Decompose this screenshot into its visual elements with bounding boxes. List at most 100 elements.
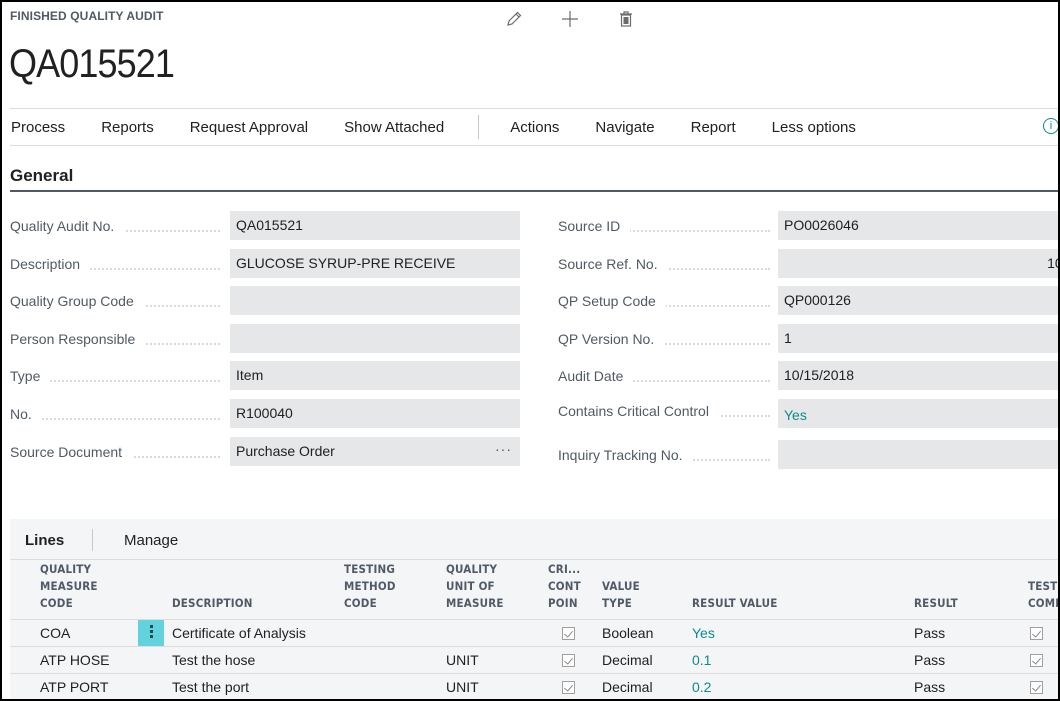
- col-header-test-complete[interactable]: TEST COMI: [1004, 560, 1058, 620]
- no-input[interactable]: R100040: [230, 398, 520, 428]
- lines-tabs: Lines Manage: [10, 519, 1058, 560]
- plus-icon: [562, 11, 578, 27]
- row-menu-button[interactable]: [138, 646, 164, 674]
- pencil-icon: [507, 11, 522, 26]
- row-menu-button[interactable]: [138, 619, 164, 647]
- lines-table: QUALITY MEASURE CODE DESCRIPTION TESTING ME…: [10, 560, 1058, 699]
- cell-test-complete: [1004, 619, 1058, 647]
- action-actions[interactable]: Actions: [510, 119, 559, 136]
- cell-result-value[interactable]: 0.2: [692, 673, 914, 699]
- field-label: Source Document: [10, 443, 133, 460]
- cell-test-complete: [1004, 646, 1058, 674]
- cell-critical-control-point: [548, 673, 602, 699]
- lines-table-body: COA Certificate of Analysis Boolean Yes Pass…: [10, 619, 1058, 699]
- cell-result-value[interactable]: 0.1: [692, 646, 914, 674]
- cell-testing-method-code[interactable]: [344, 673, 446, 699]
- cell-description[interactable]: Test the hose: [164, 646, 344, 674]
- cell-description[interactable]: Test the port: [164, 673, 344, 699]
- cell-testing-method-code[interactable]: [344, 619, 446, 647]
- lines-part: Lines Manage QUALITY MEASURE CODE DESCRI…: [10, 519, 1058, 699]
- field-label: Inquiry Tracking No.: [558, 446, 693, 463]
- quality-audit-no-input[interactable]: QA015521: [230, 211, 520, 240]
- type-input[interactable]: Item: [230, 361, 520, 391]
- field-label: QP Setup Code: [558, 293, 666, 310]
- more-options-icon: [149, 623, 153, 640]
- description-input[interactable]: GLUCOSE SYRUP-PRE RECEIVE: [230, 248, 520, 278]
- person-responsible-input[interactable]: [230, 323, 520, 353]
- quality-group-code-input[interactable]: [230, 286, 520, 316]
- table-row[interactable]: ATP HOSE Test the hose UNIT Decimal 0.1 Pass: [10, 646, 1058, 674]
- action-bar: Process Reports Request Approval Show At…: [10, 108, 1058, 146]
- source-document-input[interactable]: Purchase Order ···: [230, 436, 520, 466]
- checkbox-checked-icon[interactable]: [562, 627, 575, 641]
- lookup-ellipsis-icon[interactable]: ···: [495, 441, 512, 457]
- edit-button[interactable]: [486, 8, 542, 30]
- delete-button[interactable]: [598, 8, 654, 30]
- checkbox-checked-icon[interactable]: [1030, 627, 1043, 641]
- cell-quality-unit-of-measure[interactable]: UNIT: [446, 673, 548, 699]
- audit-date-input[interactable]: 10/15/2018: [778, 361, 1058, 391]
- cell-test-complete: [1004, 673, 1058, 699]
- col-header-value-type[interactable]: VALUE TYPE: [602, 560, 692, 620]
- source-id-input[interactable]: PO0026046: [778, 211, 1058, 240]
- qp-version-no-input[interactable]: 1: [778, 323, 1058, 353]
- checkbox-checked-icon[interactable]: [1030, 654, 1043, 668]
- checkbox-checked-icon[interactable]: [1030, 681, 1043, 695]
- info-icon[interactable]: i: [1043, 118, 1058, 134]
- col-header-critical-control-point[interactable]: CRI... CONT POIN: [548, 560, 602, 620]
- action-separator: [478, 115, 480, 139]
- table-row[interactable]: ATP PORT Test the port UNIT Decimal 0.2 Pass: [10, 673, 1058, 699]
- field-label: Quality Audit No.: [10, 218, 125, 234]
- col-header-result[interactable]: RESULT: [914, 560, 1004, 620]
- action-request-approval[interactable]: Request Approval: [190, 119, 308, 136]
- field-label: Contains Critical Control: [558, 402, 719, 419]
- cell-critical-control-point: [548, 619, 602, 647]
- col-header-result-value[interactable]: RESULT VALUE: [692, 560, 914, 620]
- field-label: Source Ref. No.: [558, 255, 668, 272]
- contains-critical-control-value[interactable]: Yes: [778, 398, 1058, 428]
- source-document-value: Purchase Order: [236, 442, 335, 459]
- row-spacer: [10, 646, 40, 674]
- action-navigate[interactable]: Navigate: [595, 119, 654, 136]
- page-frame: FINISHED QUALITY AUDIT QA015521 Process …: [2, 2, 1058, 699]
- cell-quality-measure-code[interactable]: ATP PORT: [40, 673, 138, 699]
- cell-quality-measure-code[interactable]: ATP HOSE: [40, 646, 138, 674]
- checkbox-checked-icon[interactable]: [562, 681, 575, 695]
- table-header-row: QUALITY MEASURE CODE DESCRIPTION TESTING ME…: [10, 560, 1058, 620]
- col-header-menu: [138, 560, 164, 620]
- cell-quality-measure-code[interactable]: COA: [40, 619, 138, 647]
- tab-manage[interactable]: Manage: [124, 532, 178, 549]
- cell-result: Pass: [914, 646, 1004, 674]
- source-ref-no-value: 10000: [1047, 254, 1058, 271]
- field-label: Audit Date: [558, 368, 634, 385]
- new-button[interactable]: [542, 8, 598, 30]
- cell-value-type: Boolean: [602, 619, 692, 647]
- section-title-general[interactable]: General: [10, 166, 73, 186]
- checkbox-checked-icon[interactable]: [562, 654, 575, 668]
- cell-testing-method-code[interactable]: [344, 646, 446, 674]
- cell-quality-unit-of-measure[interactable]: [446, 619, 548, 647]
- col-header-quality-measure-code[interactable]: QUALITY MEASURE CODE: [40, 560, 138, 620]
- source-ref-no-input[interactable]: 10000: [778, 248, 1058, 278]
- inquiry-tracking-no-input[interactable]: [778, 439, 1058, 469]
- action-process[interactable]: Process: [11, 119, 65, 136]
- page-caption: FINISHED QUALITY AUDIT: [10, 9, 164, 23]
- row-spacer: [10, 619, 40, 647]
- cell-value-type: Decimal: [602, 646, 692, 674]
- tab-lines[interactable]: Lines: [25, 532, 64, 549]
- field-label: QP Version No.: [558, 330, 665, 347]
- action-show-attached[interactable]: Show Attached: [344, 119, 444, 136]
- action-report[interactable]: Report: [691, 119, 736, 136]
- col-header-quality-unit-of-measure[interactable]: QUALITY UNIT OF MEASURE: [446, 560, 548, 620]
- row-menu-button[interactable]: [138, 673, 164, 699]
- cell-result-value[interactable]: Yes: [692, 619, 914, 647]
- action-less-options[interactable]: Less options: [772, 119, 856, 136]
- qp-setup-code-input[interactable]: QP000126: [778, 286, 1058, 316]
- action-reports[interactable]: Reports: [101, 119, 154, 136]
- cell-description[interactable]: Certificate of Analysis: [164, 619, 344, 647]
- cell-quality-unit-of-measure[interactable]: UNIT: [446, 646, 548, 674]
- col-header-description[interactable]: DESCRIPTION: [164, 560, 344, 620]
- table-row[interactable]: COA Certificate of Analysis Boolean Yes Pass: [10, 619, 1058, 647]
- col-header-testing-method-code[interactable]: TESTING METHOD CODE: [344, 560, 446, 620]
- cell-value-type: Decimal: [602, 673, 692, 699]
